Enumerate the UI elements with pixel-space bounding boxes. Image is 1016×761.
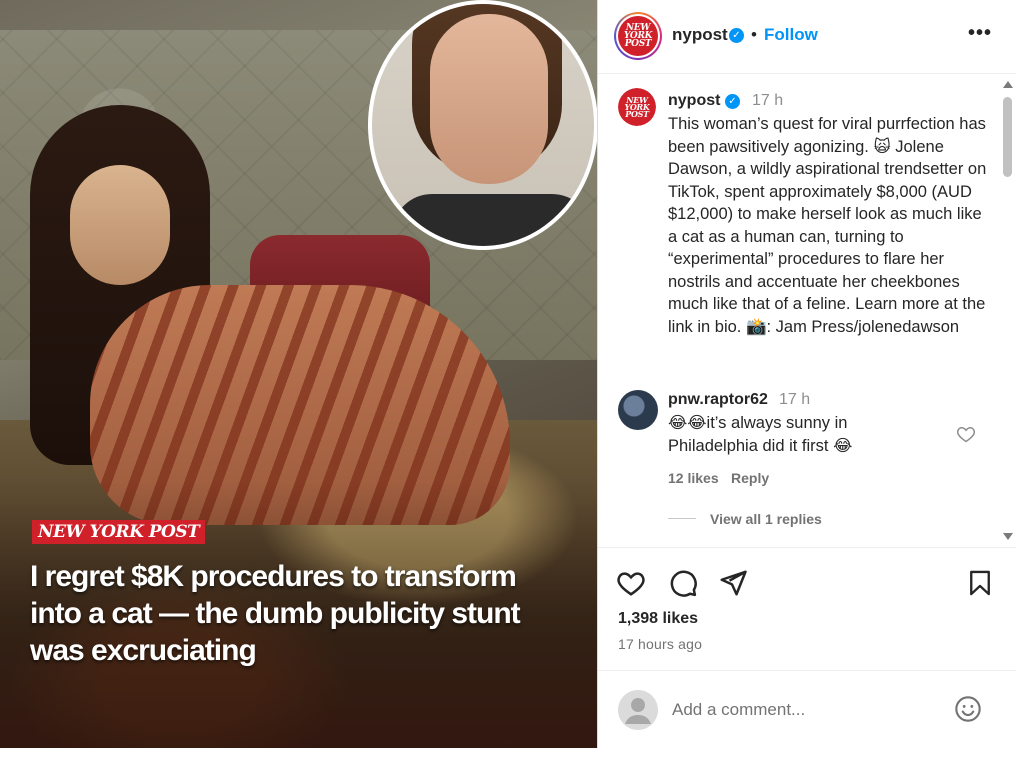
post-action-bar: [598, 560, 1016, 608]
author-avatar[interactable]: NEW YORK POST: [614, 12, 662, 60]
scroll-down-arrow-icon[interactable]: [1003, 533, 1013, 540]
commenter-username[interactable]: pnw.raptor62: [668, 391, 768, 409]
save-bookmark-icon[interactable]: [966, 568, 994, 603]
post-timestamp[interactable]: 17 hours ago: [618, 636, 702, 652]
comment-reply-button[interactable]: Reply: [731, 470, 769, 486]
emoji-picker-icon[interactable]: [954, 695, 982, 728]
comment-bubble-icon[interactable]: [668, 568, 698, 603]
author-username[interactable]: nypost: [672, 25, 728, 45]
post-side-panel: NEW YORK POST nypost ✓ • Follow ••• NEW …: [597, 0, 1016, 748]
caption-verified-badge-icon: ✓: [725, 94, 740, 109]
post-likes-count[interactable]: 1,398 likes: [618, 610, 698, 628]
commenter-avatar[interactable]: [618, 390, 658, 430]
heart-outline-icon-small: [956, 426, 976, 443]
share-paper-plane-icon[interactable]: [718, 568, 748, 603]
comments-scrollbar[interactable]: [999, 75, 1016, 547]
comment-likes-count[interactable]: 12 likes: [668, 470, 719, 486]
logo-line-3: POST: [624, 39, 652, 49]
add-comment-bar: [598, 670, 1016, 748]
caption-timestamp[interactable]: 17 h: [752, 92, 783, 110]
scroll-up-arrow-icon[interactable]: [1003, 81, 1013, 88]
avatar-ring-inner: NEW YORK POST: [616, 14, 660, 58]
default-user-icon: [618, 690, 658, 730]
post-header: NEW YORK POST nypost ✓ • Follow •••: [598, 0, 1016, 74]
current-user-avatar[interactable]: [618, 690, 658, 730]
view-replies-button[interactable]: View all 1 replies: [710, 511, 822, 527]
inset-shirt: [392, 194, 592, 246]
separator-dot: •: [751, 25, 757, 44]
comment-like-heart-icon[interactable]: [956, 424, 976, 449]
logo-small-line-3: POST: [625, 108, 649, 119]
media-headline: I regret $8K procedures to transform int…: [30, 560, 521, 667]
heart-outline-icon: [617, 572, 645, 596]
paper-plane-icon: [720, 570, 747, 596]
comment-text: 😂😂it’s always sunny in Philadelphia did …: [668, 414, 853, 455]
nypost-logo: NEW YORK POST: [618, 16, 658, 56]
comment-timestamp[interactable]: 17 h: [779, 391, 810, 409]
like-heart-icon[interactable]: [616, 568, 646, 603]
speech-bubble-icon: [670, 570, 697, 597]
comments-scroll-area[interactable]: NEW YORK POST nypost ✓ 17 h This woman’s…: [598, 75, 1016, 548]
more-options-icon[interactable]: •••: [968, 22, 992, 45]
scrollbar-thumb[interactable]: [1003, 97, 1012, 177]
verified-badge-icon: ✓: [729, 28, 744, 43]
subject-face: [70, 165, 170, 285]
inset-portrait: [368, 0, 597, 250]
follow-button[interactable]: Follow: [764, 25, 818, 45]
inset-face: [430, 14, 548, 184]
caption-author-avatar[interactable]: NEW YORK POST: [618, 88, 656, 126]
replies-divider-line: [668, 518, 696, 519]
add-comment-input[interactable]: [672, 698, 942, 722]
caption-username[interactable]: nypost: [668, 92, 720, 110]
post-media[interactable]: NEW YORK POST I regret $8K procedures to…: [0, 0, 597, 748]
brand-tag: NEW YORK POST: [32, 520, 206, 544]
bookmark-outline-icon: [970, 570, 990, 596]
smiley-face-icon: [955, 696, 981, 722]
caption-text: This woman’s quest for viral purrfection…: [668, 115, 987, 336]
nypost-logo-small: NEW YORK POST: [618, 88, 656, 126]
page-bottom-margin: [0, 748, 1016, 761]
